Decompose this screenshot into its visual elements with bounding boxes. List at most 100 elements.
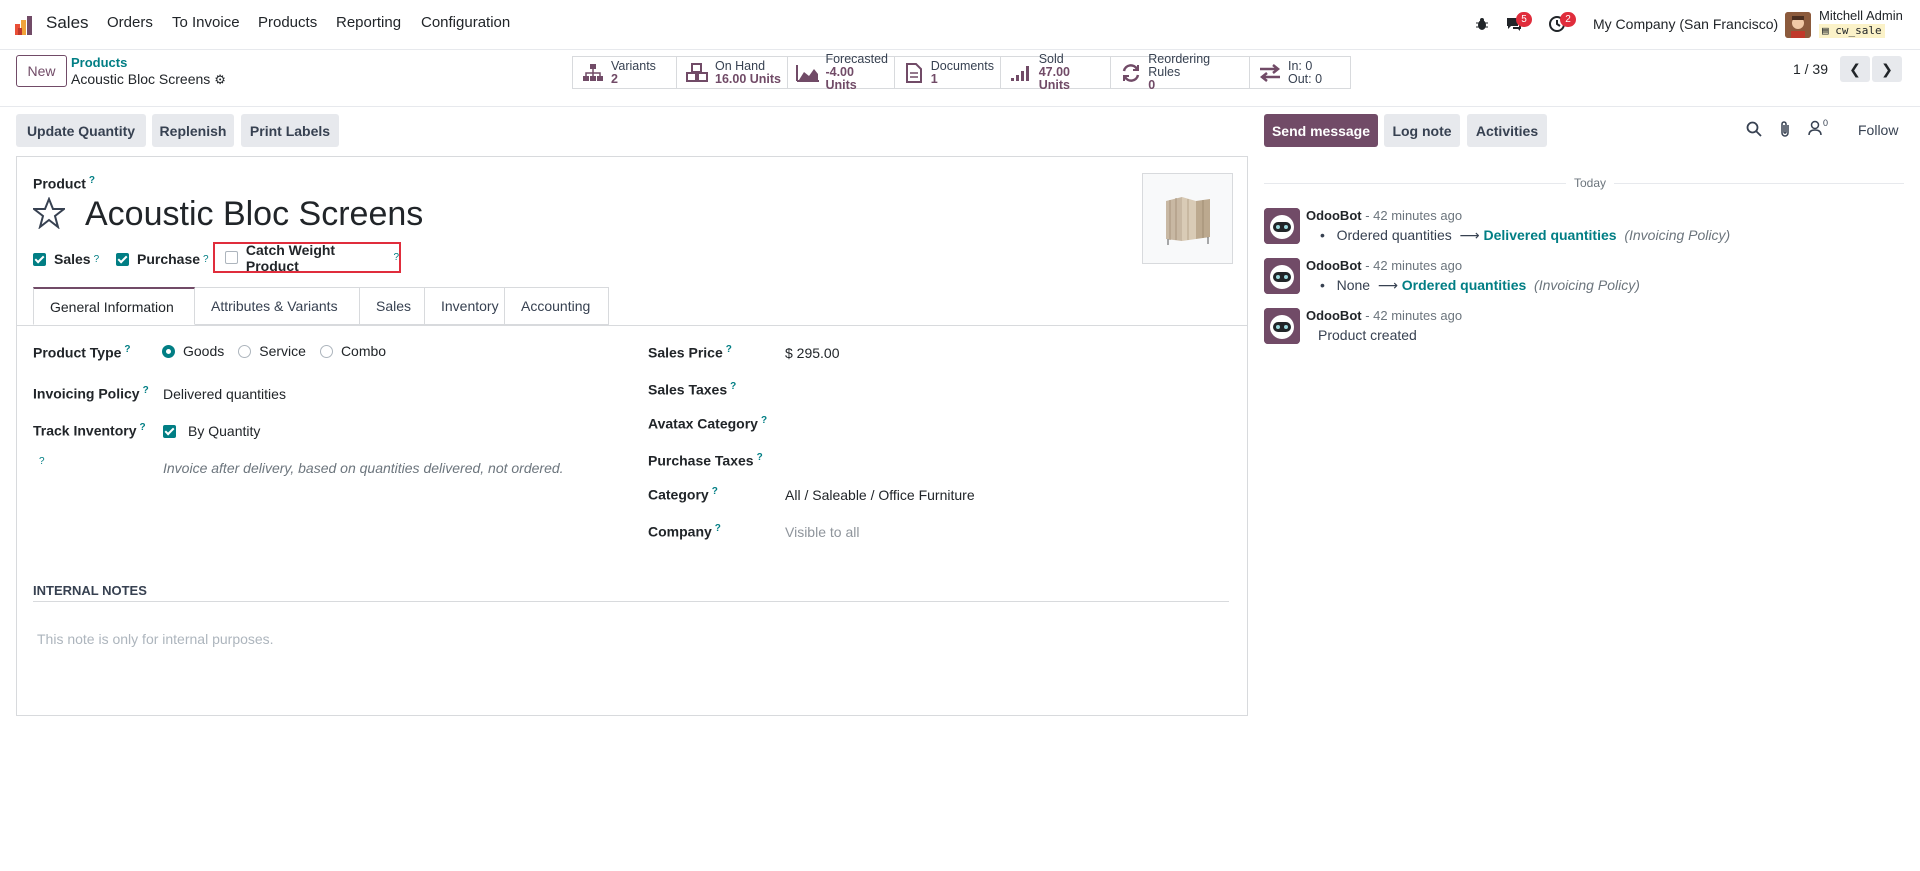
pager-value[interactable]: 1 / 39 <box>1793 61 1828 77</box>
control-panel: New Products Acoustic Bloc Screens ⚙ Var… <box>0 50 1920 107</box>
menu-reporting[interactable]: Reporting <box>336 14 401 31</box>
sales-taxes-field[interactable] <box>785 377 1225 401</box>
message-author-name[interactable]: OdooBot <box>1306 258 1362 273</box>
tracking-value: • Ordered quantities ⟶ Delivered quantit… <box>1320 227 1731 243</box>
company-field[interactable]: Visible to all <box>785 524 859 540</box>
menu-to-invoice[interactable]: To Invoice <box>172 14 240 31</box>
catch-weight-flag[interactable]: Catch Weight Product? <box>213 242 401 274</box>
help-tooltip-icon[interactable]: ? <box>94 254 100 265</box>
new-value: Ordered quantities <box>1401 277 1527 293</box>
paperclip-icon[interactable] <box>1778 120 1792 141</box>
help-tooltip-icon[interactable]: ? <box>140 422 146 433</box>
help-tooltip-icon[interactable]: ? <box>39 456 45 467</box>
tab-general-information[interactable]: General Information <box>33 287 195 325</box>
sales-price-label: Sales Price? <box>648 344 732 361</box>
chevron-right-icon: ❯ <box>1881 60 1893 77</box>
purchase-taxes-field[interactable] <box>785 448 1225 472</box>
radio-goods[interactable] <box>162 344 175 358</box>
send-message-button[interactable]: Send message <box>1264 114 1378 147</box>
database-badge: ▤ cw_sale <box>1819 24 1885 38</box>
help-tooltip-icon[interactable]: ? <box>89 175 95 186</box>
company-switcher[interactable]: My Company (San Francisco) <box>1593 16 1778 32</box>
search-icon[interactable] <box>1746 121 1762 140</box>
purchase-flag-label: Purchase <box>137 251 201 267</box>
documents-value: 1 <box>930 71 938 86</box>
avatax-category-field[interactable] <box>785 411 1225 435</box>
help-tooltip-icon[interactable]: ? <box>203 254 209 265</box>
user-avatar[interactable] <box>1785 12 1811 38</box>
radio-combo-label[interactable]: Combo <box>341 343 386 359</box>
in-label: In: 0 <box>1288 58 1313 73</box>
app-name[interactable]: Sales <box>46 13 89 33</box>
tab-accounting[interactable]: Accounting <box>505 287 609 325</box>
help-tooltip-icon[interactable]: ? <box>726 344 732 355</box>
gear-icon[interactable]: ⚙ <box>214 72 226 87</box>
help-tooltip-icon[interactable]: ? <box>757 452 763 463</box>
tab-attributes-variants[interactable]: Attributes & Variants <box>195 287 360 325</box>
breadcrumb-products[interactable]: Products <box>71 55 127 70</box>
app-logo-icon[interactable] <box>14 14 36 36</box>
help-tooltip-icon[interactable]: ? <box>124 344 130 355</box>
new-button[interactable]: New <box>16 55 67 87</box>
radio-service[interactable] <box>238 344 252 358</box>
help-tooltip-icon[interactable]: ? <box>143 385 149 396</box>
user-name[interactable]: Mitchell Admin <box>1819 8 1903 23</box>
product-type-label: Product Type? <box>33 344 131 361</box>
sales-price-field[interactable]: $ 295.00 <box>785 345 840 361</box>
chatter-message: OdooBot - 42 minutes ago • None ⟶ Ordere… <box>1264 258 1904 298</box>
pager-next-button[interactable]: ❯ <box>1872 56 1902 82</box>
odoobot-avatar[interactable] <box>1264 308 1300 344</box>
smart-button-forecasted[interactable]: Forecasted -4.00 Units <box>788 53 895 92</box>
track-inventory-checkbox[interactable] <box>163 424 176 438</box>
odoobot-avatar[interactable] <box>1264 208 1300 244</box>
sales-flag[interactable]: Sales? <box>33 251 99 267</box>
radio-service-label[interactable]: Service <box>259 343 306 359</box>
smart-button-reordering-rules[interactable]: Reordering Rules 0 <box>1111 53 1250 92</box>
arrow-right-icon: ⟶ <box>1377 277 1398 293</box>
catch-weight-checkbox[interactable] <box>225 251 238 264</box>
help-tooltip-icon[interactable]: ? <box>715 523 721 534</box>
follow-button[interactable]: Follow <box>1858 122 1898 138</box>
update-quantity-button[interactable]: Update Quantity <box>16 114 146 147</box>
invoicing-policy-field[interactable]: Delivered quantities <box>163 386 286 402</box>
smart-button-variants[interactable]: Variants 2 <box>573 57 677 88</box>
radio-goods-label[interactable]: Goods <box>183 343 224 359</box>
menu-orders[interactable]: Orders <box>107 14 153 31</box>
radio-combo[interactable] <box>319 344 333 358</box>
product-image[interactable] <box>1142 173 1233 264</box>
category-field[interactable]: All / Saleable / Office Furniture <box>785 487 975 503</box>
help-tooltip-icon[interactable]: ? <box>393 252 399 263</box>
purchase-taxes-label-text: Purchase Taxes <box>648 452 754 469</box>
print-labels-button[interactable]: Print Labels <box>241 114 339 147</box>
product-label-text: Product <box>33 175 86 192</box>
smart-button-on-hand[interactable]: On Hand 16.00 Units <box>677 57 788 88</box>
sales-checkbox[interactable] <box>33 252 46 266</box>
category-label-text: Category <box>648 486 709 503</box>
replenish-button[interactable]: Replenish <box>152 114 234 147</box>
smart-button-in-out[interactable]: In: 0 Out: 0 <box>1250 57 1350 88</box>
debug-bug-icon[interactable] <box>1470 12 1494 36</box>
activities-button[interactable]: Activities <box>1467 114 1547 147</box>
help-tooltip-icon[interactable]: ? <box>730 381 736 392</box>
product-name-field[interactable]: Acoustic Bloc Screens <box>85 195 423 234</box>
help-tooltip-icon[interactable]: ? <box>712 486 718 497</box>
message-author-name[interactable]: OdooBot <box>1306 208 1362 223</box>
log-note-button[interactable]: Log note <box>1384 114 1460 147</box>
tab-inventory[interactable]: Inventory <box>425 287 505 325</box>
odoobot-avatar[interactable] <box>1264 258 1300 294</box>
purchase-flag[interactable]: Purchase? <box>116 251 209 267</box>
purchase-checkbox[interactable] <box>116 252 129 266</box>
smart-button-documents[interactable]: Documents 1 <box>895 57 1001 88</box>
smart-button-sold[interactable]: Sold 47.00 Units <box>1001 53 1111 92</box>
message-time: - 42 minutes ago <box>1365 308 1463 323</box>
tab-sales[interactable]: Sales <box>360 287 425 325</box>
menu-products[interactable]: Products <box>258 14 317 31</box>
favorite-star-icon[interactable] <box>31 196 67 232</box>
followers-user-icon[interactable] <box>1808 120 1822 139</box>
pager-previous-button[interactable]: ❮ <box>1840 56 1870 82</box>
message-author-name[interactable]: OdooBot <box>1306 308 1362 323</box>
internal-notes-editor[interactable]: This note is only for internal purposes. <box>37 631 274 647</box>
track-inventory-field[interactable]: By Quantity <box>163 423 260 439</box>
menu-configuration[interactable]: Configuration <box>421 14 510 31</box>
help-tooltip-icon[interactable]: ? <box>761 415 767 426</box>
